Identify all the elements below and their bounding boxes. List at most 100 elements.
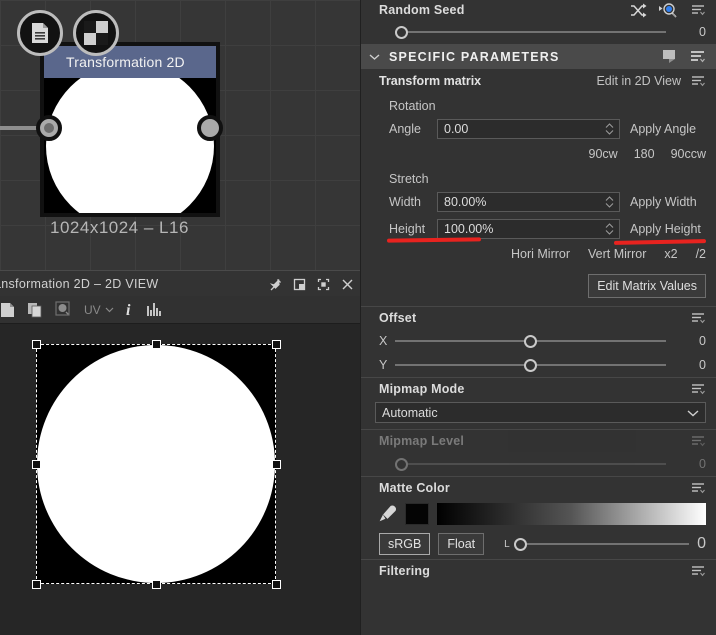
node-output-port[interactable] xyxy=(197,115,223,141)
left-column: Transformation 2D 1024x1024 – L16 ansfor… xyxy=(0,0,360,635)
matte-color-picker-row xyxy=(361,499,716,529)
hori-mirror-button[interactable]: Hori Mirror xyxy=(511,247,570,261)
app-root: Transformation 2D 1024x1024 – L16 ansfor… xyxy=(0,0,716,635)
matte-color-mode-row: sRGB Float L 0 xyxy=(361,529,716,559)
transform-matrix-header: Transform matrix Edit in 2D View xyxy=(361,69,716,93)
float-button[interactable]: Float xyxy=(438,533,485,555)
matte-color-gradient[interactable] xyxy=(437,503,706,525)
mipmap-mode-select[interactable]: Automatic xyxy=(375,402,706,423)
offset-x-value: 0 xyxy=(699,334,706,348)
divide-two-button[interactable]: /2 xyxy=(696,247,706,261)
chevron-down-icon xyxy=(687,409,699,417)
fit-icon[interactable] xyxy=(317,278,330,291)
mipmap-mode-label: Mipmap Mode xyxy=(379,382,465,396)
edit-matrix-row: Edit Matrix Values xyxy=(361,266,716,306)
offset-y-track[interactable] xyxy=(395,357,666,373)
info-icon[interactable]: i xyxy=(126,301,134,318)
apply-angle-button[interactable]: Apply Angle xyxy=(620,122,706,136)
view-2d-toolbar: UV i xyxy=(0,296,360,324)
document-icon[interactable] xyxy=(17,10,63,56)
angle-label: Angle xyxy=(389,121,421,136)
luminance-knob[interactable] xyxy=(513,537,527,551)
mipmap-mode-header: Mipmap Mode xyxy=(361,378,716,400)
filtering-header: Filtering xyxy=(361,560,716,582)
mipmap-mode-row: Automatic xyxy=(361,400,716,429)
menu-icon[interactable] xyxy=(691,312,706,325)
edit-matrix-values-button[interactable]: Edit Matrix Values xyxy=(588,274,706,298)
menu-icon xyxy=(691,435,706,448)
menu-icon[interactable] xyxy=(691,383,706,396)
uv-label: UV xyxy=(84,302,101,317)
checkerboard-icon[interactable] xyxy=(73,10,119,56)
offset-y-knob[interactable] xyxy=(524,358,537,372)
render-icon[interactable] xyxy=(55,301,72,318)
matte-color-swatch[interactable] xyxy=(405,503,429,525)
menu-icon[interactable] xyxy=(690,50,706,64)
angle-input[interactable]: 0.00 xyxy=(437,118,620,139)
stretch-group-label: Stretch xyxy=(389,172,429,186)
luminance-track[interactable] xyxy=(513,536,690,552)
offset-y-value: 0 xyxy=(699,358,706,372)
offset-x-knob[interactable] xyxy=(524,334,537,348)
shuffle-icon[interactable] xyxy=(630,3,647,18)
maximize-icon[interactable] xyxy=(293,278,306,291)
random-seed-label: Random Seed xyxy=(379,3,465,17)
rotate-90ccw-button[interactable]: 90ccw xyxy=(671,147,706,161)
node-graph-canvas[interactable]: Transformation 2D 1024x1024 – L16 xyxy=(0,0,360,270)
pick-target-icon[interactable] xyxy=(659,2,679,18)
node-resolution-label: 1024x1024 – L16 xyxy=(50,218,189,237)
angle-value: 0.00 xyxy=(444,121,469,136)
edit-in-2d-view-link[interactable]: Edit in 2D View xyxy=(596,74,681,88)
menu-icon[interactable] xyxy=(691,75,706,88)
view-2d-canvas[interactable] xyxy=(0,324,360,635)
chevron-down-icon[interactable] xyxy=(369,53,380,61)
node-input-port[interactable] xyxy=(36,115,62,141)
pin-icon[interactable] xyxy=(269,278,282,291)
height-input[interactable]: 100.00% xyxy=(437,218,620,239)
vert-mirror-button[interactable]: Vert Mirror xyxy=(588,247,646,261)
save-image-icon[interactable] xyxy=(0,302,15,318)
spinner-icon[interactable] xyxy=(605,222,614,236)
rotation-group-label: Rotation xyxy=(389,99,436,113)
random-seed-slider-row[interactable]: 0 xyxy=(361,20,716,44)
rotation-quick-buttons: 90cw 180 90ccw xyxy=(361,142,716,166)
mipmap-level-row: 0 xyxy=(361,452,716,476)
rotate-180-button[interactable]: 180 xyxy=(634,147,655,161)
offset-y-row[interactable]: Y 0 xyxy=(361,353,716,377)
copy-icon[interactable] xyxy=(27,302,43,318)
random-seed-track[interactable] xyxy=(395,24,666,40)
spinner-icon[interactable] xyxy=(605,195,614,209)
apply-width-button[interactable]: Apply Width xyxy=(620,195,706,209)
uv-selector[interactable]: UV xyxy=(84,303,114,317)
width-value: 80.00% xyxy=(444,194,487,209)
rotate-90cw-button[interactable]: 90cw xyxy=(589,147,618,161)
chevron-down-icon xyxy=(105,307,114,312)
offset-x-track[interactable] xyxy=(395,333,666,349)
srgb-button[interactable]: sRGB xyxy=(379,533,431,555)
bookmark-icon[interactable] xyxy=(662,49,678,64)
width-input[interactable]: 80.00% xyxy=(437,191,620,212)
menu-icon[interactable] xyxy=(691,482,706,495)
mipmap-level-track xyxy=(395,456,666,472)
offset-y-label: Y xyxy=(379,358,388,372)
height-value: 100.00% xyxy=(444,221,494,236)
menu-icon[interactable] xyxy=(691,4,706,17)
mipmap-level-header: Mipmap Level xyxy=(361,430,716,452)
properties-panel: Random Seed 0 SPECIFIC PARAMETERS Transf… xyxy=(360,0,716,635)
close-icon[interactable] xyxy=(341,278,354,291)
menu-icon[interactable] xyxy=(691,565,706,578)
stretch-quick-buttons: Hori Mirror Vert Mirror x2 /2 xyxy=(361,242,716,266)
eyedropper-icon[interactable] xyxy=(379,504,397,524)
section-specific-parameters[interactable]: SPECIFIC PARAMETERS xyxy=(361,44,716,69)
height-field-row: Height 100.00% Apply Height xyxy=(361,215,716,242)
times-two-button[interactable]: x2 xyxy=(664,247,677,261)
offset-x-row[interactable]: X 0 xyxy=(361,329,716,353)
width-field-row: Width 80.00% Apply Width xyxy=(361,188,716,215)
angle-field-row: Angle 0.00 Apply Angle xyxy=(361,115,716,142)
histogram-icon[interactable] xyxy=(146,302,164,317)
apply-height-button[interactable]: Apply Height xyxy=(620,222,706,236)
mipmap-level-value: 0 xyxy=(699,457,706,471)
random-seed-header: Random Seed xyxy=(361,0,716,20)
random-seed-knob[interactable] xyxy=(395,25,408,39)
spinner-icon[interactable] xyxy=(605,122,614,136)
